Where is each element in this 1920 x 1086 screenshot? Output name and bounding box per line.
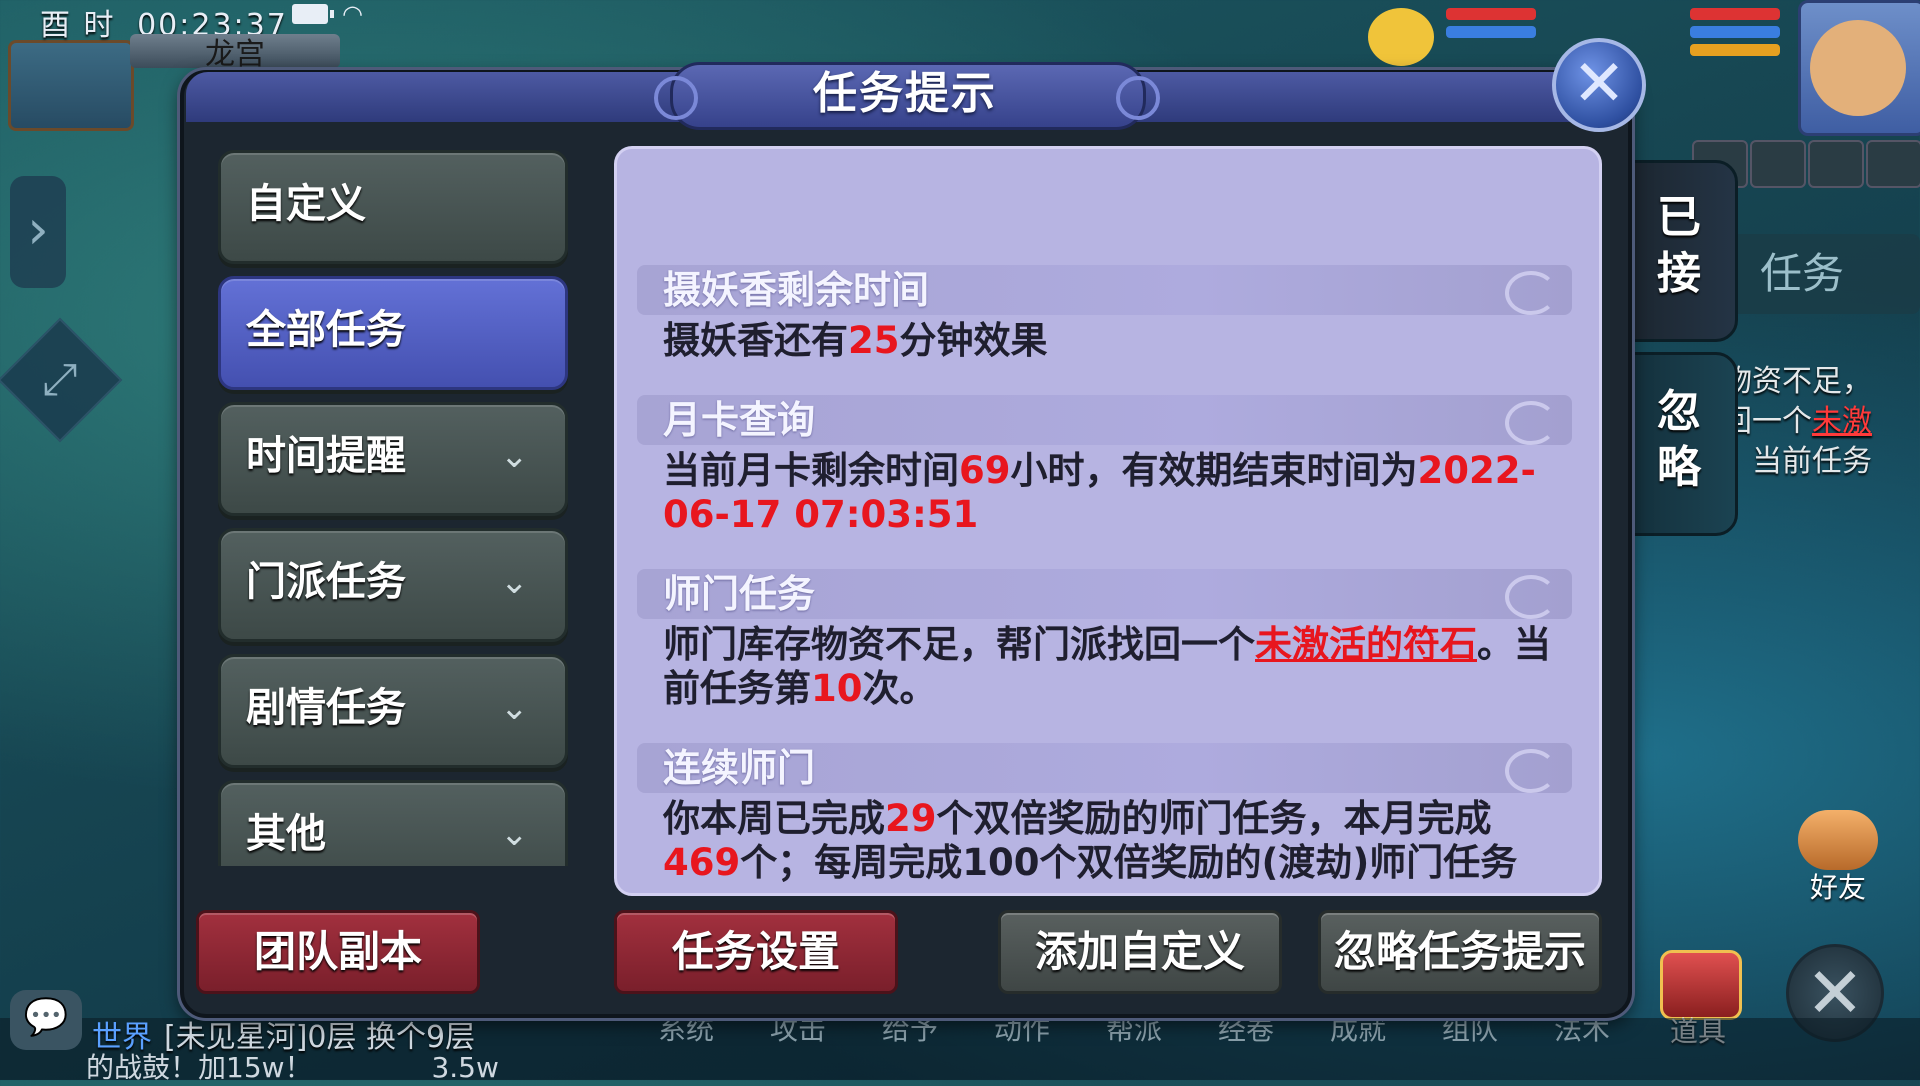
- player-hp-bar: [1690, 8, 1780, 20]
- pet-avatar-icon[interactable]: [1368, 8, 1434, 66]
- chevron-down-icon: ⌄: [500, 562, 529, 602]
- section-title: 师门任务: [663, 572, 816, 616]
- section-title: 摄妖香剩余时间: [663, 268, 930, 312]
- task-content-panel[interactable]: 摄妖香剩余时间 摄妖香还有25分钟效果 月卡查询 当前月卡剩余时间69小时，有效…: [614, 146, 1602, 896]
- category-label: 门派任务: [246, 559, 406, 605]
- buff-slot[interactable]: [1866, 140, 1920, 188]
- minimap[interactable]: [8, 40, 134, 131]
- section-body: 当前月卡剩余时间69小时，有效期结束时间为2022-06-17 07:03:51: [663, 449, 1536, 536]
- player-face-icon: [1810, 20, 1906, 116]
- chat-line-2[interactable]: 的战鼓！加15w！ 3.5w: [86, 1046, 499, 1086]
- pet-hp-bar: [1446, 8, 1536, 20]
- wifi-icon: ◠: [342, 0, 363, 28]
- battery-icon: [292, 4, 334, 24]
- close-dialog-button[interactable]: ✕: [1552, 38, 1646, 132]
- section-body: 师门库存物资不足，帮门派找回一个未激活的符石。当前任务第10次。: [663, 623, 1551, 710]
- shichen-label: 酉 时: [40, 8, 116, 43]
- expand-side-arrow-icon[interactable]: ›: [10, 176, 66, 288]
- team-dungeon-button[interactable]: 团队副本: [196, 910, 480, 994]
- buff-slot[interactable]: [1808, 140, 1864, 188]
- close-icon: ✕: [1572, 47, 1626, 121]
- section-body: 摄妖香还有25分钟效果: [663, 319, 1048, 362]
- add-custom-button[interactable]: 添加自定义: [998, 910, 1282, 994]
- pet-mp-bar: [1446, 26, 1536, 38]
- swirl-ornament-icon: [1505, 749, 1557, 793]
- chevron-down-icon: ⌄: [500, 436, 529, 476]
- buff-slot[interactable]: [1750, 140, 1806, 188]
- section-title: 连续师门: [663, 746, 816, 790]
- bg-task-tab[interactable]: 任务: [1730, 234, 1920, 314]
- chevron-down-icon: ⌄: [500, 688, 529, 728]
- friends-label: 好友: [1809, 871, 1866, 904]
- section-title: 月卡查询: [663, 398, 816, 442]
- dialog-title: 任务提示: [813, 68, 997, 119]
- player-rage-bar: [1690, 44, 1780, 56]
- player-mp-bar: [1690, 26, 1780, 38]
- task-item-link[interactable]: 未激活的符石: [1255, 623, 1477, 666]
- bg-task-text: 物资不足， 回一个未激 。当前任务: [1722, 364, 1872, 479]
- swirl-ornament-icon: [1505, 575, 1557, 619]
- category-label: 剧情任务: [246, 685, 406, 731]
- category-label: 时间提醒: [246, 433, 406, 479]
- tab-accepted-label: 已接: [1657, 192, 1701, 299]
- tab-ignored-label: 忽略: [1657, 386, 1701, 493]
- friends-icon[interactable]: [1798, 810, 1878, 870]
- category-list-clip: [200, 866, 580, 906]
- swirl-ornament-icon: [1505, 271, 1557, 315]
- swirl-ornament-icon: [1505, 401, 1557, 445]
- category-label: 自定义: [246, 181, 366, 227]
- section-body: 你本周已完成29个双倍奖励的师门任务，本月完成469个；每周完成100个双倍奖励…: [663, 797, 1518, 884]
- task-settings-button[interactable]: 任务设置: [614, 910, 898, 994]
- location-name: 龙宫: [130, 34, 340, 68]
- chat-bubble-icon[interactable]: 💬: [10, 990, 82, 1050]
- fullscreen-icon: ⤢: [42, 354, 78, 405]
- ignore-task-hint-button[interactable]: 忽略任务提示: [1318, 910, 1602, 994]
- category-label: 全部任务: [246, 307, 406, 353]
